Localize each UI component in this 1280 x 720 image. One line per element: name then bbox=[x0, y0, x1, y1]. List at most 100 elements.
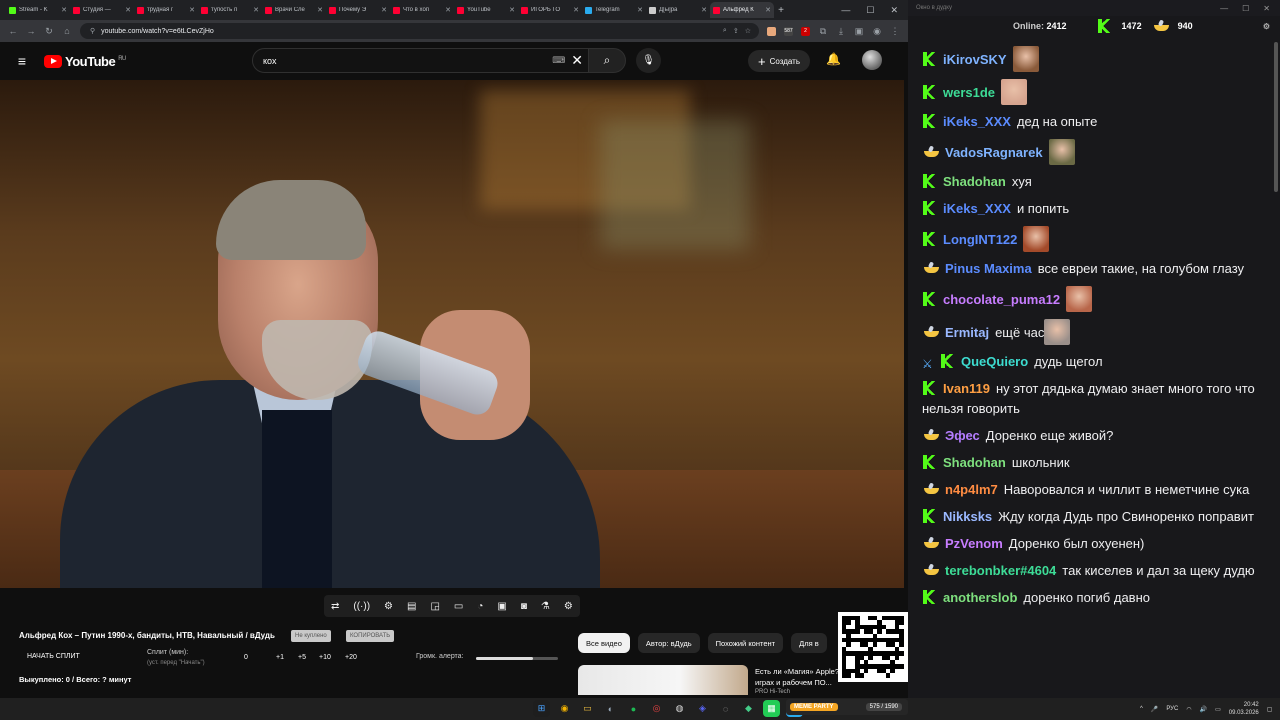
tab-close-icon[interactable]: ✕ bbox=[125, 6, 131, 14]
browser-tab[interactable]: Д[ы]ра ✕ bbox=[646, 2, 710, 18]
split-option-1[interactable]: +1 bbox=[276, 654, 284, 661]
extensions-puzzle-icon[interactable]: ⧉ bbox=[818, 26, 828, 37]
app3-icon[interactable]: ◌ bbox=[717, 700, 734, 717]
app5-icon[interactable]: ▦ bbox=[763, 700, 780, 717]
chat-username[interactable]: PzVenom bbox=[945, 536, 1003, 551]
battery-icon[interactable]: ▭ bbox=[1215, 706, 1221, 713]
search-input[interactable]: кох ⌨ ✕ bbox=[252, 48, 592, 73]
extension-badge-icon[interactable]: 587 bbox=[784, 26, 793, 36]
browser-tab[interactable]: Stream - K ✕ bbox=[6, 2, 70, 18]
extension-red-icon[interactable]: 2 bbox=[801, 26, 810, 36]
share-icon[interactable]: ⇪ bbox=[733, 27, 739, 35]
chat-username[interactable]: iKeks_XXX bbox=[943, 114, 1011, 129]
browser-tab[interactable]: Telegram ✕ bbox=[582, 2, 646, 18]
filter-all-videos[interactable]: Все видео bbox=[578, 633, 630, 653]
bookmark-star-icon[interactable]: ☆ bbox=[745, 27, 759, 35]
split-option-20[interactable]: +20 bbox=[345, 654, 357, 661]
reload-icon[interactable]: ↻ bbox=[44, 26, 54, 37]
screenshot-icon[interactable]: ◙ bbox=[521, 601, 527, 612]
browser-tab[interactable]: Врачи Сле ✕ bbox=[262, 2, 326, 18]
notifications-bell-icon[interactable]: 🔔 bbox=[826, 52, 841, 66]
menu-icon[interactable]: ≡ bbox=[0, 53, 44, 69]
sidebar-icon[interactable]: ▣ bbox=[854, 26, 864, 37]
video-player[interactable] bbox=[0, 80, 904, 588]
start-icon[interactable]: ⊞ bbox=[533, 700, 550, 717]
chat-settings-icon[interactable]: ⚙ bbox=[1263, 22, 1270, 31]
tab-close-icon[interactable]: ✕ bbox=[637, 6, 643, 14]
chat-username[interactable]: Shadohan bbox=[943, 174, 1006, 189]
film-icon[interactable]: ▤ bbox=[407, 601, 416, 612]
chat-username[interactable]: wers1de bbox=[943, 85, 995, 100]
new-tab-button[interactable]: + bbox=[774, 5, 788, 16]
start-split-button[interactable]: НАЧАТЬ СПЛИТ bbox=[27, 653, 80, 660]
loop-icon[interactable]: ⇄ bbox=[331, 601, 339, 612]
speed-icon[interactable]: ◔ bbox=[477, 601, 483, 612]
browser-tab[interactable]: YouTube ✕ bbox=[454, 2, 518, 18]
notifications-icon[interactable]: ▢ bbox=[1267, 706, 1273, 713]
app-icon[interactable]: ◎ bbox=[648, 700, 665, 717]
forward-icon[interactable]: → bbox=[26, 26, 36, 36]
chat-username[interactable]: Shadohan bbox=[943, 455, 1006, 470]
chat-username[interactable]: VadosRagnarek bbox=[945, 145, 1043, 160]
clock[interactable]: 20:42 09.03.2026 bbox=[1229, 701, 1259, 717]
recommended-channel[interactable]: PRO Hi-Tech bbox=[755, 689, 790, 695]
browser-tab[interactable]: Что в хоп ✕ bbox=[390, 2, 454, 18]
screen-icon[interactable]: ▣ bbox=[497, 601, 506, 612]
chat-username[interactable]: LongINT122 bbox=[943, 232, 1017, 247]
broadcast-icon[interactable]: ((·)) bbox=[353, 601, 370, 612]
profile-icon[interactable]: ◉ bbox=[872, 26, 882, 37]
app4-icon[interactable]: ◆ bbox=[740, 700, 757, 717]
chat-username[interactable]: iKeks_XXX bbox=[943, 201, 1011, 216]
steam-icon[interactable]: ◐ bbox=[602, 700, 619, 717]
tab-close-icon[interactable]: ✕ bbox=[61, 6, 67, 14]
split-option-5[interactable]: +5 bbox=[298, 654, 306, 661]
tab-close-icon[interactable]: ✕ bbox=[445, 6, 451, 14]
mic-tray-icon[interactable]: 🎤 bbox=[1151, 706, 1158, 713]
home-icon[interactable]: ⌂ bbox=[62, 26, 72, 36]
address-bar[interactable]: ⚲ youtube.com/watch?v=e6tLCevZjHo ⌕ ⇪ ☆ bbox=[80, 23, 759, 39]
maximize-icon[interactable]: ☐ bbox=[1242, 4, 1249, 13]
tray-arrow-icon[interactable]: ^ bbox=[1140, 706, 1143, 712]
chat-username[interactable]: Ermitaj bbox=[945, 325, 989, 340]
chat-username[interactable]: Эфес bbox=[945, 428, 980, 443]
flask-icon[interactable]: ⚗ bbox=[541, 601, 550, 612]
avatar[interactable] bbox=[862, 50, 882, 70]
back-icon[interactable]: ← bbox=[8, 26, 18, 36]
maximize-icon[interactable]: ☐ bbox=[866, 5, 874, 16]
minimize-icon[interactable]: — bbox=[1220, 4, 1228, 13]
tab-close-icon[interactable]: ✕ bbox=[253, 6, 259, 14]
tab-close-icon[interactable]: ✕ bbox=[765, 6, 771, 14]
subtitles-icon[interactable]: ▭ bbox=[454, 601, 463, 612]
voice-search-button[interactable]: 🎙 bbox=[636, 48, 661, 73]
tab-close-icon[interactable]: ✕ bbox=[701, 6, 707, 14]
app2-icon[interactable]: ◍ bbox=[671, 700, 688, 717]
chat-username[interactable]: Ivan119 bbox=[943, 381, 990, 396]
discord-icon[interactable]: ◈ bbox=[694, 700, 711, 717]
youtube-logo[interactable]: YouTube RU bbox=[44, 54, 126, 69]
chat-username[interactable]: QueQuiero bbox=[961, 354, 1028, 369]
menu-dots-icon[interactable]: ⋮ bbox=[890, 26, 900, 37]
playlist-settings-icon[interactable]: ⚙ bbox=[384, 601, 393, 612]
minimize-icon[interactable]: — bbox=[841, 5, 850, 16]
chat-username[interactable]: chocolate_puma12 bbox=[943, 292, 1060, 307]
tab-close-icon[interactable]: ✕ bbox=[509, 6, 515, 14]
chat-username[interactable]: terebonbker#4604 bbox=[945, 563, 1056, 578]
create-button[interactable]: + Создать bbox=[748, 50, 810, 72]
chat-username[interactable]: n4p4lm7 bbox=[945, 482, 998, 497]
browser-tab[interactable]: Студия — ✕ bbox=[70, 2, 134, 18]
chrome-icon[interactable]: ◉ bbox=[556, 700, 573, 717]
extension-icon[interactable] bbox=[767, 26, 776, 36]
volume-icon[interactable]: 🔊 bbox=[1200, 706, 1207, 713]
browser-tab[interactable]: трудная г ✕ bbox=[134, 2, 198, 18]
browser-tab[interactable]: Альфред К ✕ bbox=[710, 2, 774, 18]
meme-party-widget[interactable]: MEME PARTY 575 / 1590 bbox=[786, 699, 908, 715]
zoom-icon[interactable]: ⌕ bbox=[723, 27, 727, 35]
browser-tab[interactable]: ИГОРЬ ГО ✕ bbox=[518, 2, 582, 18]
wifi-icon[interactable]: ◠ bbox=[1186, 706, 1191, 713]
tab-close-icon[interactable]: ✕ bbox=[189, 6, 195, 14]
download-icon[interactable]: ⤓ bbox=[836, 26, 846, 37]
chat-username[interactable]: anotherslob bbox=[943, 590, 1017, 605]
split-option-0[interactable]: 0 bbox=[244, 654, 248, 661]
close-icon[interactable]: ✕ bbox=[890, 5, 898, 16]
split-option-10[interactable]: +10 bbox=[319, 654, 331, 661]
